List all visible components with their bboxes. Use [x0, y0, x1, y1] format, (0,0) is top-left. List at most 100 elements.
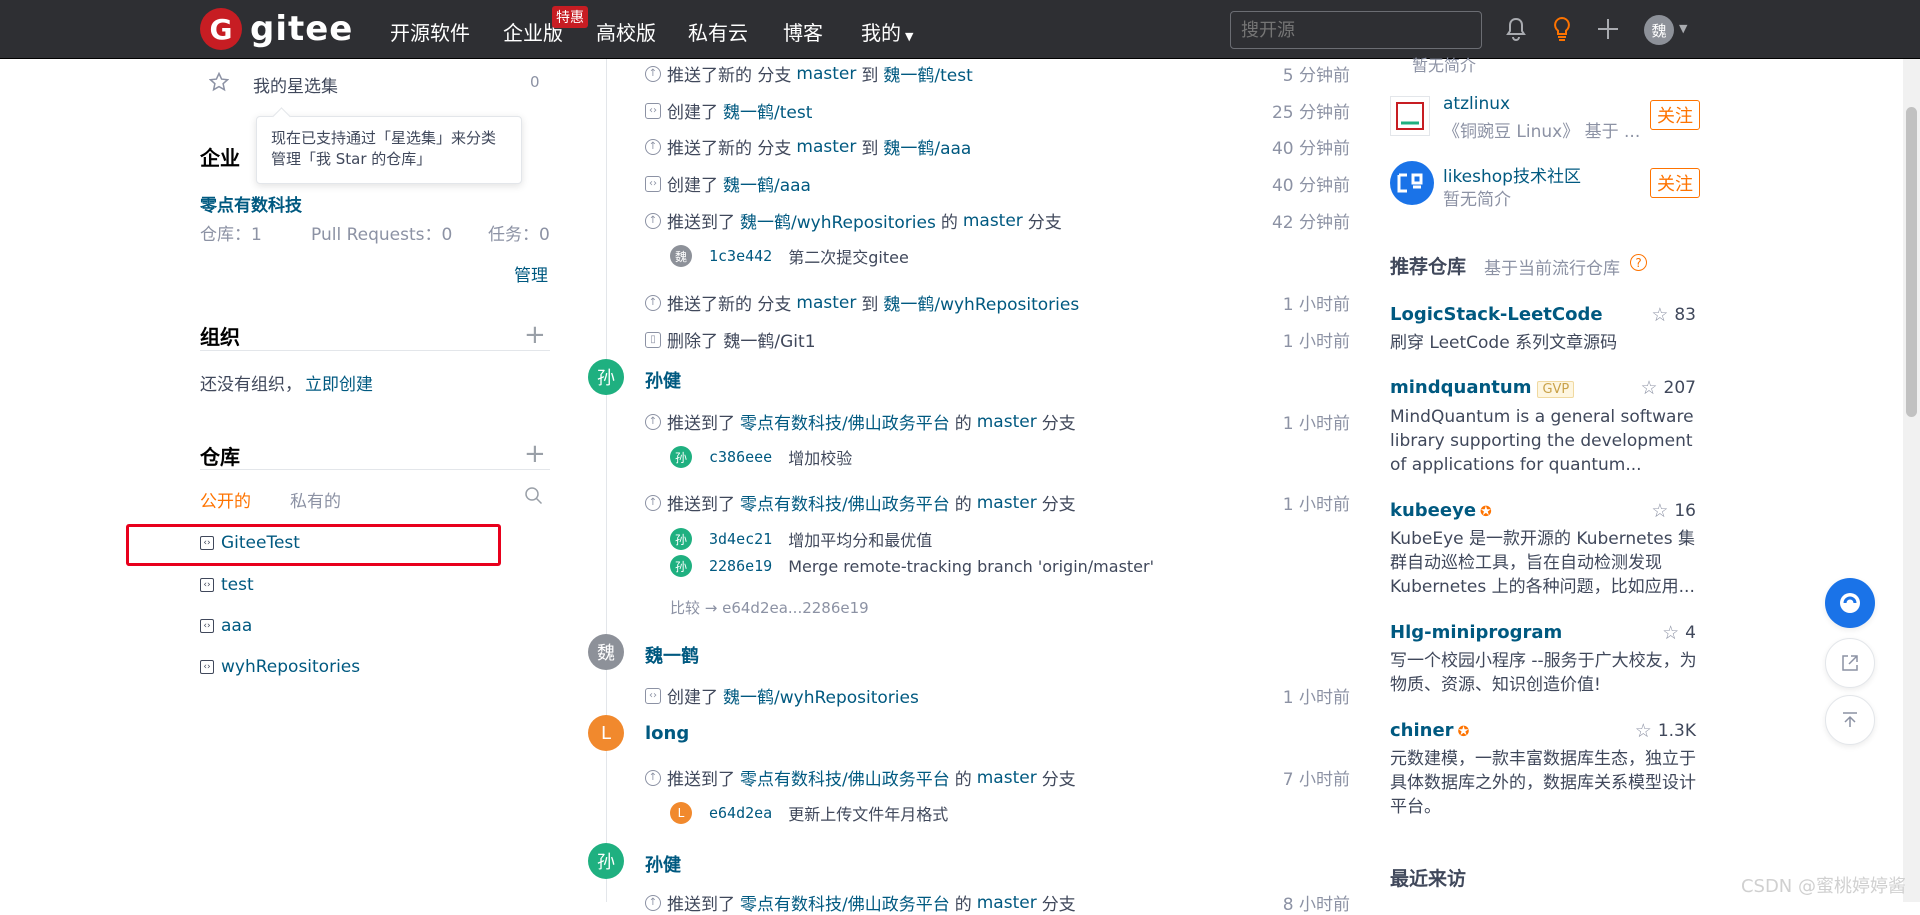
- help-icon[interactable]: ?: [1630, 254, 1647, 271]
- feed-event: ↑ 推送了新的 分支 master 到 魏一鹤/wyhRepositories: [645, 290, 1084, 315]
- create-org-link[interactable]: 立即创建: [305, 370, 373, 395]
- avatar[interactable]: 孙: [588, 359, 624, 395]
- branch-link[interactable]: master: [977, 412, 1037, 432]
- nav-open-source[interactable]: 开源软件: [390, 17, 470, 46]
- event-mid: 到: [861, 139, 879, 159]
- scrollbar[interactable]: [1903, 59, 1920, 902]
- nav-private-cloud[interactable]: 私有云: [688, 17, 748, 46]
- bell-icon[interactable]: [1502, 15, 1530, 43]
- user-name-link[interactable]: long: [645, 723, 689, 744]
- branch-link[interactable]: master: [977, 768, 1037, 788]
- nav-mine[interactable]: 我的 ▼: [861, 17, 913, 46]
- event-suffix: 分支: [1041, 895, 1076, 915]
- event-action: 推送了新的 分支: [667, 295, 792, 315]
- repo-item-aaa[interactable]: ‹› aaa: [200, 616, 252, 636]
- scrollbar-thumb[interactable]: [1906, 107, 1917, 417]
- avatar[interactable]: 孙: [670, 528, 692, 550]
- branch-link[interactable]: master: [963, 211, 1023, 231]
- back-to-top-icon[interactable]: [1825, 695, 1875, 745]
- repo-link[interactable]: 魏一鹤/wyhRepositories: [883, 290, 1079, 315]
- user-avatar[interactable]: 魏: [1644, 15, 1674, 45]
- add-org-plus-icon[interactable]: +: [524, 322, 546, 348]
- event-action: 创建了: [667, 176, 718, 196]
- commit-sha-link[interactable]: c386eee: [709, 448, 772, 466]
- user-name-link[interactable]: likeshop技术社区: [1443, 162, 1581, 187]
- tab-private[interactable]: 私有的: [290, 487, 341, 512]
- repo-link[interactable]: 零点有数科技/佛山政务平台: [740, 490, 950, 515]
- nav-blog[interactable]: 博客: [783, 17, 823, 46]
- plus-icon[interactable]: [1594, 15, 1622, 43]
- compare-link[interactable]: 比较 → e64d2ea...2286e19: [670, 597, 869, 618]
- star-count[interactable]: ☆ 83: [1651, 304, 1696, 326]
- star-count[interactable]: ☆ 16: [1651, 500, 1696, 522]
- repo-link[interactable]: 零点有数科技/佛山政务平台: [740, 409, 950, 434]
- star-count[interactable]: ☆ 1.3K: [1635, 720, 1696, 742]
- user-desc: 暂无简介: [1412, 56, 1477, 75]
- event-action: 推送了新的 分支: [667, 139, 792, 159]
- event-time: 40 分钟前: [1271, 139, 1350, 159]
- promo-badge: 特惠: [552, 6, 588, 28]
- commit-sha-link[interactable]: 1c3e442: [709, 247, 772, 265]
- repo-link[interactable]: 魏一鹤/aaa: [883, 134, 971, 159]
- starred-tooltip: 现在已支持通过「星选集」来分类管理「我 Star 的仓库」: [256, 116, 522, 184]
- repo-link[interactable]: 魏一鹤/wyhRepositories: [740, 208, 936, 233]
- repo-link[interactable]: 魏一鹤/test: [883, 61, 972, 86]
- atzlinux-logo[interactable]: [1390, 96, 1430, 136]
- avatar[interactable]: 孙: [670, 555, 692, 577]
- branch-link[interactable]: master: [977, 493, 1037, 513]
- enterprise-repo-count: 仓库：1: [200, 225, 262, 245]
- repo-link[interactable]: 魏一鹤/wyhRepositories: [723, 683, 919, 708]
- user-name-link[interactable]: 孙健: [645, 851, 681, 877]
- gitee-logo[interactable]: G gitee: [200, 8, 353, 50]
- follow-button[interactable]: 关注: [1650, 100, 1700, 130]
- recommended-repo-link[interactable]: chiner ✪: [1390, 720, 1469, 741]
- repo-link[interactable]: 魏一鹤/aaa: [723, 171, 811, 196]
- lightbulb-icon[interactable]: [1548, 15, 1576, 43]
- star-count-value: 1.3K: [1657, 721, 1696, 741]
- repo-link[interactable]: aaa: [221, 616, 252, 636]
- avatar[interactable]: 魏: [588, 634, 624, 670]
- repo-link[interactable]: test: [221, 575, 254, 595]
- branch-link[interactable]: master: [796, 64, 856, 84]
- share-icon[interactable]: [1825, 638, 1875, 688]
- commit-sha-link[interactable]: 2286e19: [709, 557, 772, 575]
- likeshop-logo[interactable]: [1390, 161, 1434, 205]
- star-count[interactable]: ☆ 4: [1662, 622, 1696, 644]
- avatar[interactable]: 孙: [670, 446, 692, 468]
- tab-public[interactable]: 公开的: [200, 487, 251, 512]
- nav-university[interactable]: 高校版: [596, 17, 656, 46]
- recommended-repo-link[interactable]: Hlg-miniprogram: [1390, 622, 1562, 643]
- avatar[interactable]: L: [670, 802, 692, 824]
- avatar[interactable]: L: [588, 715, 624, 751]
- follow-button[interactable]: 关注: [1650, 168, 1700, 198]
- star-count[interactable]: ☆ 207: [1641, 377, 1697, 399]
- starred-collection-link[interactable]: 我的星选集: [253, 72, 338, 97]
- avatar[interactable]: 魏: [670, 245, 692, 267]
- recommended-repo-link[interactable]: mindquantum GVP: [1390, 377, 1575, 398]
- user-name-link[interactable]: atzlinux: [1443, 94, 1510, 114]
- enterprise-manage-link[interactable]: 管理: [514, 261, 548, 286]
- repo-link[interactable]: 零点有数科技/佛山政务平台: [740, 890, 950, 915]
- avatar[interactable]: 孙: [588, 843, 624, 879]
- search-input[interactable]: [1230, 11, 1482, 49]
- commit-sha-link[interactable]: e64d2ea: [709, 804, 772, 822]
- repo-link[interactable]: wyhRepositories: [221, 657, 360, 677]
- commit-sha-link[interactable]: 3d4ec21: [709, 530, 772, 548]
- add-repo-plus-icon[interactable]: +: [524, 441, 546, 467]
- user-name-link[interactable]: 魏一鹤: [645, 642, 699, 668]
- branch-link[interactable]: master: [977, 893, 1037, 913]
- user-name-link[interactable]: 孙健: [645, 367, 681, 393]
- branch-link[interactable]: master: [796, 293, 856, 313]
- search-icon[interactable]: [524, 486, 544, 511]
- repo-link[interactable]: 零点有数科技/佛山政务平台: [740, 765, 950, 790]
- chat-assistant-button[interactable]: [1825, 578, 1875, 628]
- event-time: 1 小时前: [1282, 332, 1350, 352]
- enterprise-name-link[interactable]: 零点有数科技: [200, 191, 302, 216]
- repo-item-test[interactable]: ‹› test: [200, 575, 254, 595]
- repo-link[interactable]: 魏一鹤/test: [723, 98, 812, 123]
- recommended-repo-link[interactable]: kubeeye ✪: [1390, 500, 1492, 521]
- branch-link[interactable]: master: [796, 137, 856, 157]
- repo-item-wyhrepositories[interactable]: ‹› wyhRepositories: [200, 657, 360, 677]
- chevron-down-icon[interactable]: ▼: [1679, 22, 1687, 35]
- recommended-repo-link[interactable]: LogicStack-LeetCode: [1390, 304, 1603, 325]
